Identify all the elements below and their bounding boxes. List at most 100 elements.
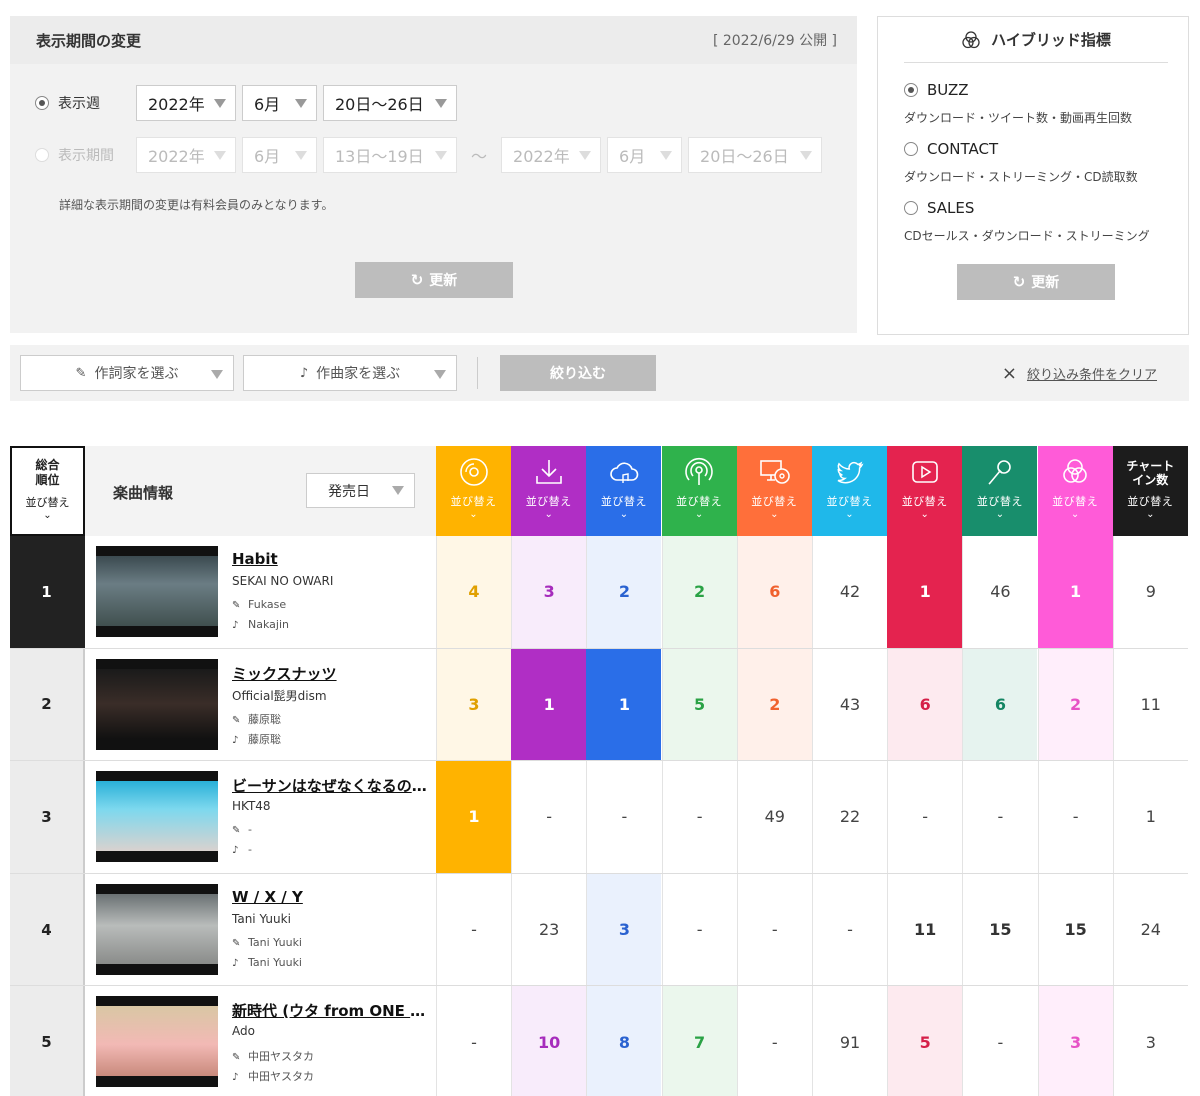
- metric-value-cell: 2: [586, 536, 662, 648]
- pencil-icon: ✎: [232, 1052, 241, 1064]
- close-icon: ×: [1001, 363, 1017, 384]
- song-title-link[interactable]: ミックスナッツ: [232, 663, 427, 684]
- chevron-down-icon: ⌄: [845, 509, 854, 520]
- song-thumbnail[interactable]: [96, 658, 218, 750]
- release-date-select[interactable]: 発売日: [306, 473, 415, 508]
- song-title-link[interactable]: ビーサンはなぜなくなるのか？: [232, 775, 427, 796]
- range-label: 表示期間: [58, 148, 114, 164]
- metric-value-cell: -: [661, 873, 737, 986]
- contact-radio[interactable]: [904, 142, 918, 156]
- pencil-icon: ✎: [232, 714, 241, 726]
- metric-value-cell: 6: [887, 648, 963, 761]
- hybrid-option-contact[interactable]: CONTACT: [904, 140, 998, 158]
- metric-sort-header[interactable]: 並び替え ⌄: [736, 446, 812, 536]
- rank-cell: 1: [10, 536, 85, 648]
- composer-credit: ♪ -: [232, 843, 252, 857]
- thumbnail-image: [96, 781, 218, 852]
- music-note-icon: ♪: [232, 734, 239, 746]
- metric-value-cell: -: [962, 761, 1037, 873]
- metric-sort-header[interactable]: 並び替え ⌄: [812, 446, 887, 536]
- narrow-button[interactable]: 絞り込む: [500, 355, 656, 391]
- metric-value-cell: -: [586, 761, 661, 873]
- metric-sort-header[interactable]: 並び替え ⌄: [887, 446, 963, 536]
- chevron-down-icon: ⌄: [920, 509, 929, 520]
- sort-label: 並び替え: [450, 495, 497, 508]
- metric-value-cell: 1: [436, 761, 511, 873]
- song-thumbnail[interactable]: [96, 883, 218, 975]
- metric-value-cell: 11: [1112, 648, 1188, 761]
- chevron-down-icon: [295, 150, 307, 160]
- song-title-link[interactable]: W / X / Y: [232, 888, 427, 906]
- metric-value-cell: 10: [511, 986, 587, 1096]
- rank-sort-header[interactable]: 総合 順位 並び替え ⌄: [10, 446, 85, 536]
- song-title-link[interactable]: Habit: [232, 550, 427, 568]
- hybrid-update-button[interactable]: ↻ 更新: [957, 264, 1115, 300]
- to-year-select[interactable]: 2022年: [501, 137, 602, 173]
- lyricist-credit: ✎ -: [232, 823, 252, 837]
- buzz-radio[interactable]: [904, 83, 918, 97]
- table-row: 5 新時代 (ウタ from ONE PIECE FILM RED) Ado ✎中田ヤ…: [10, 986, 1188, 1096]
- from-month-select[interactable]: 6月: [242, 137, 317, 173]
- metric-sort-header[interactable]: 並び替え ⌄: [962, 446, 1038, 536]
- pencil-icon: ✎: [232, 825, 241, 837]
- clear-filter-link[interactable]: × 絞り込み条件をクリア: [1002, 363, 1157, 384]
- metric-sort-header[interactable]: 並び替え ⌄: [661, 446, 737, 536]
- metric-sort-header[interactable]: チャート イン数 並び替え ⌄: [1112, 446, 1188, 536]
- hybrid-option-sales[interactable]: SALES: [904, 199, 974, 217]
- metric-value-cell: -: [436, 873, 511, 986]
- composer-select[interactable]: ♪ 作曲家を選ぶ: [243, 355, 457, 391]
- song-info-cell: Habit SEKAI NO OWARI ✎ Fukase ♪ Nakajin: [85, 536, 436, 648]
- metric-sort-header[interactable]: 並び替え ⌄: [1037, 446, 1113, 536]
- song-title-link[interactable]: 新時代 (ウタ from ONE PIECE FILM RED): [232, 1000, 427, 1021]
- rank-cell: 4: [10, 873, 85, 986]
- lyricist-select[interactable]: ✎ 作詞家を選ぶ: [20, 355, 234, 391]
- metric-value-cell: 49: [736, 761, 812, 873]
- thumbnail-image: [96, 668, 218, 739]
- chevron-down-icon: [660, 150, 673, 160]
- from-year-select[interactable]: 2022年: [136, 137, 236, 173]
- metric-value-cell: 1: [1112, 761, 1188, 873]
- sales-radio[interactable]: [904, 201, 918, 215]
- contact-description: ダウンロード・ストリーミング・CD読取数: [904, 170, 1138, 184]
- microphone-icon: [988, 460, 1011, 485]
- artist-name: HKT48: [232, 799, 271, 814]
- week-month-select[interactable]: 6月: [242, 85, 317, 121]
- week-radio[interactable]: [35, 96, 49, 110]
- range-tilde: 〜: [471, 147, 488, 166]
- artist-name: Official髭男dism: [232, 688, 327, 703]
- song-thumbnail[interactable]: [96, 771, 218, 863]
- metric-value-cell: -: [962, 986, 1037, 1096]
- chevron-down-icon: [800, 150, 813, 160]
- chevron-down-icon: [214, 98, 226, 108]
- metric-sort-header[interactable]: 並び替え ⌄: [436, 446, 511, 536]
- metric-value-cell: 43: [812, 648, 887, 761]
- period-update-button[interactable]: ↻ 更新: [355, 262, 513, 298]
- song-thumbnail[interactable]: [96, 546, 218, 637]
- lyricist-credit: ✎ Fukase: [232, 598, 287, 611]
- metric-value-cell: -: [511, 761, 586, 873]
- range-radio[interactable]: [35, 148, 49, 162]
- week-range-select[interactable]: 20日〜26日: [323, 85, 457, 121]
- metric-sort-header[interactable]: 並び替え ⌄: [586, 446, 662, 536]
- metric-value-cell: 3: [586, 873, 662, 986]
- song-thumbnail[interactable]: [96, 996, 218, 1088]
- sort-label: 並び替え: [1052, 495, 1099, 508]
- table-row: 1 Habit SEKAI NO OWARI ✎ Fukase ♪ Nakajin 4 3 2 2 6…: [10, 536, 1188, 649]
- music-note-icon: ♪: [232, 957, 239, 969]
- hybrid-option-buzz[interactable]: BUZZ: [904, 81, 969, 99]
- metric-value-cell: 46: [962, 536, 1037, 648]
- week-label: 表示週: [58, 96, 100, 112]
- filter-bar: ✎ 作詞家を選ぶ ♪ 作曲家を選ぶ 絞り込む × 絞り込み条件をクリア: [10, 345, 1189, 401]
- publish-date: [ 2022/6/29 公開 ]: [712, 33, 837, 49]
- metric-value-cell: 3: [1037, 986, 1113, 1096]
- metric-sort-header[interactable]: 並び替え ⌄: [511, 446, 587, 536]
- to-month-select[interactable]: 6月: [607, 137, 683, 173]
- music-note-icon: ♪: [232, 845, 239, 857]
- to-range-select[interactable]: 20日〜26日: [688, 137, 823, 173]
- metric-value-cell: 5: [887, 986, 963, 1096]
- buzz-description: ダウンロード・ツイート数・動画再生回数: [904, 111, 1133, 125]
- week-year-select[interactable]: 2022年: [136, 85, 236, 121]
- metric-value-cell: 91: [812, 986, 887, 1096]
- thumbnail-image: [96, 893, 218, 964]
- from-range-select[interactable]: 13日〜19日: [323, 137, 457, 173]
